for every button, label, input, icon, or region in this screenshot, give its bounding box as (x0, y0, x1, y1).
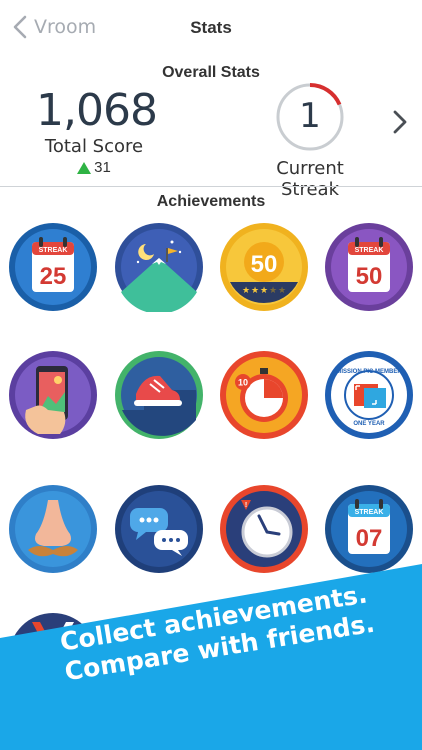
score-50-badge[interactable]: 50 ★ ★ ★ ★ ★ (219, 222, 309, 312)
timer-10-badge[interactable]: 10 (219, 350, 309, 440)
streak-ring: 1 (275, 82, 345, 152)
current-streak-block: 1 Current Streak (246, 82, 374, 200)
total-score-value: 1,068 (36, 85, 158, 136)
current-streak-value: 1 (299, 96, 321, 136)
score-delta-value: 31 (94, 159, 111, 176)
calendar-label: STREAK (355, 509, 384, 516)
calendar-label: STREAK (355, 247, 384, 254)
calendar-label: STREAK (39, 247, 68, 254)
svg-text:★: ★ (251, 286, 259, 296)
calendar-number: 25 (40, 263, 67, 290)
sneaker-step-badge[interactable] (114, 350, 204, 440)
svg-text:★: ★ (260, 286, 268, 296)
streak-50-badge[interactable]: STREAK 50 (324, 222, 414, 312)
score-number: 50 (251, 251, 278, 278)
phone-photo-badge[interactable] (8, 350, 98, 440)
ring-text-top: MISSION PIC MEMBER (336, 369, 402, 375)
chevron-right-icon[interactable] (390, 108, 410, 136)
page-title: Stats (190, 18, 232, 37)
total-score-block: 1,068 Total Score 31 (36, 85, 158, 177)
svg-text:!: ! (245, 502, 247, 509)
score-delta: 31 (36, 159, 152, 176)
timer-number: 10 (238, 378, 248, 388)
up-arrow-icon (77, 161, 92, 174)
svg-text:★: ★ (242, 286, 250, 296)
mission-pic-member-badge[interactable]: MISSION PIC MEMBER ONE YEAR (324, 350, 414, 440)
svg-text:★: ★ (269, 286, 277, 296)
calendar-number: 07 (356, 525, 383, 552)
calendar-number: 50 (356, 263, 383, 290)
svg-text:★: ★ (278, 286, 286, 296)
overall-stats-heading: Overall Stats (162, 64, 260, 81)
total-score-label: Total Score (44, 136, 144, 157)
ring-text-bottom: ONE YEAR (353, 421, 385, 427)
divider (0, 186, 422, 187)
mountain-moon-badge[interactable] (114, 222, 204, 314)
nav-bar: Vroom Stats (0, 0, 422, 56)
achievements-heading: Achievements (156, 193, 266, 210)
streak-25-badge[interactable]: STREAK 25 (8, 222, 98, 312)
